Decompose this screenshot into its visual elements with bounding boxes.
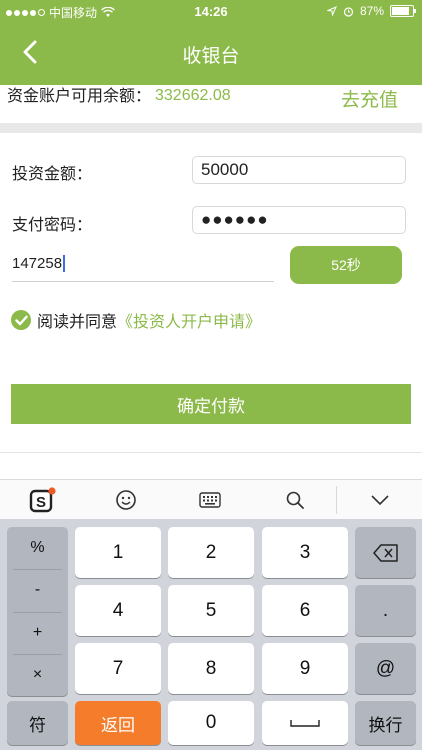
search-icon[interactable] bbox=[275, 480, 315, 520]
key-minus[interactable]: - bbox=[7, 569, 68, 611]
key-percent[interactable]: % bbox=[7, 527, 68, 569]
battery-percent: 87% bbox=[359, 4, 384, 18]
content-bottom-divider bbox=[0, 452, 422, 453]
status-right: 87% bbox=[326, 4, 416, 18]
sogou-logo-icon[interactable]: S bbox=[22, 480, 62, 520]
agreement-row[interactable]: 阅读并同意 《投资人开户申请》 bbox=[11, 308, 261, 332]
keyboard-toolbar: S bbox=[0, 479, 422, 520]
alarm-icon bbox=[343, 6, 354, 17]
battery-fill bbox=[392, 7, 410, 15]
toolbar-divider bbox=[336, 486, 337, 514]
key-dot[interactable]: . bbox=[355, 585, 416, 636]
confirm-payment-button[interactable]: 确定付款 bbox=[11, 384, 411, 424]
amount-label: 投资金额： bbox=[12, 166, 93, 183]
verification-code-input[interactable]: 147258 bbox=[12, 245, 274, 282]
agreement-text: 阅读并同意 bbox=[37, 314, 118, 331]
key-3[interactable]: 3 bbox=[262, 527, 348, 578]
symbol-column: % - + × bbox=[7, 527, 68, 696]
agreement-link[interactable]: 《投资人开户申请》 bbox=[117, 308, 261, 332]
backspace-icon bbox=[372, 543, 398, 562]
enter-key[interactable]: 换行 bbox=[355, 701, 416, 745]
nav-bar: 收银台 bbox=[0, 22, 422, 85]
space-key[interactable] bbox=[262, 701, 348, 745]
app-header: 中国移动 14:26 87% 收银台 bbox=[0, 0, 422, 85]
text-cursor bbox=[63, 254, 66, 272]
balance-amount: 332662.08 bbox=[155, 87, 231, 104]
checkbox-checked-icon[interactable] bbox=[11, 310, 31, 330]
key-9[interactable]: 9 bbox=[262, 643, 348, 694]
backspace-key[interactable] bbox=[355, 527, 416, 578]
symbol-key[interactable]: 符 bbox=[7, 701, 68, 745]
balance-label: 资金账户可用余额： bbox=[7, 88, 152, 105]
page-title: 收银台 bbox=[182, 46, 240, 67]
key-plus[interactable]: + bbox=[7, 612, 68, 654]
location-icon bbox=[326, 6, 337, 16]
recharge-link[interactable]: 去充值 bbox=[341, 85, 398, 112]
key-7[interactable]: 7 bbox=[75, 643, 161, 694]
numeric-keyboard: % - + × 1 2 3 4 5 6 . 7 8 9 @ 符 返回 0 换行 bbox=[0, 519, 422, 750]
key-6[interactable]: 6 bbox=[262, 585, 348, 636]
key-2[interactable]: 2 bbox=[168, 527, 254, 578]
emoji-icon[interactable] bbox=[106, 480, 146, 520]
collapse-keyboard-icon[interactable] bbox=[360, 480, 400, 520]
verification-code-value: 147258 bbox=[12, 254, 63, 272]
key-5[interactable]: 5 bbox=[168, 585, 254, 636]
balance-row: 资金账户可用余额： 332662.08 去充值 bbox=[0, 85, 422, 123]
battery-icon bbox=[390, 5, 416, 17]
key-8[interactable]: 8 bbox=[168, 643, 254, 694]
key-0[interactable]: 0 bbox=[168, 701, 254, 745]
amount-input[interactable]: 50000 bbox=[192, 156, 406, 184]
key-multiply[interactable]: × bbox=[7, 654, 68, 696]
key-4[interactable]: 4 bbox=[75, 585, 161, 636]
section-divider bbox=[0, 123, 422, 133]
status-bar: 中国移动 14:26 87% bbox=[0, 0, 422, 22]
resend-code-button[interactable]: 52秒 bbox=[290, 246, 402, 284]
password-label: 支付密码： bbox=[12, 217, 93, 234]
key-at[interactable]: @ bbox=[355, 643, 416, 694]
svg-text:S: S bbox=[36, 494, 46, 511]
key-1[interactable]: 1 bbox=[75, 527, 161, 578]
password-input[interactable]: ●●●●●● bbox=[192, 206, 406, 234]
keyboard-icon[interactable] bbox=[190, 480, 230, 520]
space-icon bbox=[290, 720, 320, 727]
return-key[interactable]: 返回 bbox=[75, 701, 161, 745]
